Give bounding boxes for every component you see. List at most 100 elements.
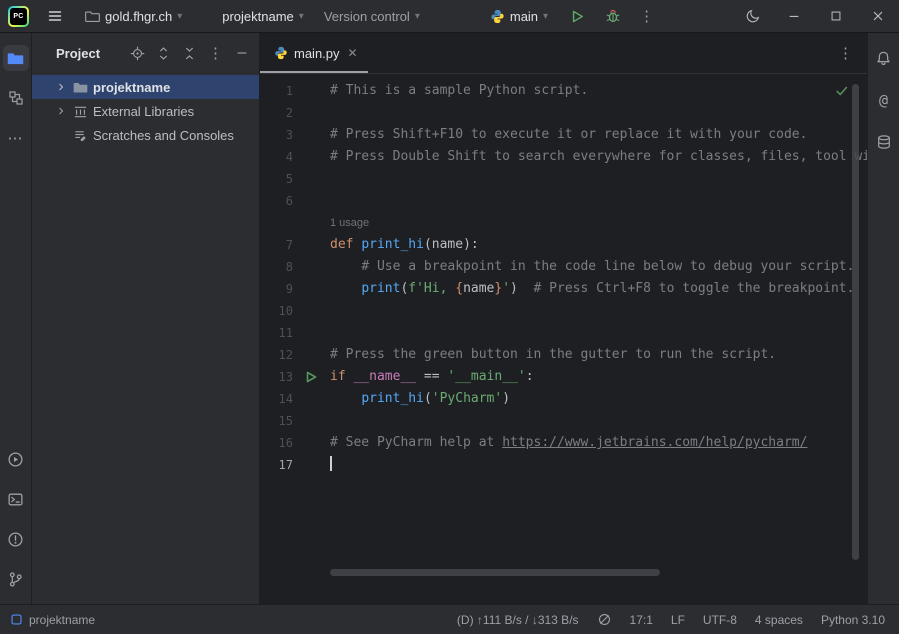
run-button[interactable] bbox=[564, 5, 591, 28]
line-number[interactable]: 2 bbox=[260, 102, 293, 124]
code-line[interactable]: 10 bbox=[260, 300, 867, 322]
code-line[interactable]: 8 # Use a breakpoint in the code line be… bbox=[260, 256, 867, 278]
line-number[interactable]: 3 bbox=[260, 124, 293, 146]
encoding-widget[interactable]: UTF-8 bbox=[703, 613, 737, 627]
main-menu-button[interactable] bbox=[41, 4, 69, 28]
structure-toolwindow-button[interactable] bbox=[3, 85, 29, 111]
folder-icon bbox=[73, 80, 88, 95]
pycharm-logo-text: PC bbox=[10, 8, 27, 25]
moon-icon-button[interactable] bbox=[731, 0, 773, 32]
notifications-button[interactable] bbox=[871, 45, 897, 71]
collapse-all-button[interactable] bbox=[182, 46, 197, 61]
code-line[interactable]: 16 # See PyCharm help at https://www.jetb… bbox=[260, 432, 867, 454]
usages-inlay-hint[interactable]: 1 usage bbox=[330, 212, 369, 234]
project-switcher[interactable]: gold.fhgr.ch ▾ bbox=[79, 5, 188, 28]
line-separator-widget[interactable]: LF bbox=[671, 613, 685, 627]
inspections-status-icon[interactable] bbox=[835, 84, 849, 98]
debug-button[interactable] bbox=[599, 4, 627, 28]
interpreter-widget[interactable]: Python 3.10 bbox=[821, 613, 885, 627]
statusbar-project-widget[interactable]: projektname bbox=[10, 613, 95, 627]
database-button[interactable] bbox=[871, 129, 897, 155]
code-line[interactable]: 13if __name__ == '__main__': bbox=[260, 366, 867, 388]
code-line[interactable]: 6 bbox=[260, 190, 867, 212]
code-line[interactable]: 5 bbox=[260, 168, 867, 190]
code-segment: print_hi bbox=[361, 391, 424, 406]
expand-all-button[interactable] bbox=[156, 46, 171, 61]
vertical-scrollbar[interactable] bbox=[852, 84, 859, 560]
line-number[interactable]: 4 bbox=[260, 146, 293, 168]
code-segment bbox=[330, 281, 361, 296]
indent-widget[interactable]: 4 spaces bbox=[755, 613, 803, 627]
code-line[interactable]: 9 print(f'Hi, {name}') # Press Ctrl+F8 t… bbox=[260, 278, 867, 300]
code-line[interactable]: 2 bbox=[260, 102, 867, 124]
project-toolwindow-button[interactable] bbox=[3, 45, 29, 71]
locate-file-button[interactable] bbox=[130, 46, 145, 61]
network-speed-widget[interactable]: (D) ↑111 B/s / ↓313 B/s bbox=[457, 613, 579, 627]
code-text: print_hi('PyCharm') bbox=[330, 388, 867, 410]
line-number[interactable]: 14 bbox=[260, 388, 293, 410]
horizontal-scrollbar[interactable] bbox=[330, 569, 660, 576]
line-number[interactable]: 8 bbox=[260, 256, 293, 278]
chevron-right-icon[interactable] bbox=[54, 105, 68, 117]
code-segment: print_hi bbox=[361, 237, 424, 252]
code-line[interactable]: 4# Press Double Shift to search everywhe… bbox=[260, 146, 867, 168]
code-segment: # Press the green button in the gutter t… bbox=[330, 347, 776, 362]
line-number[interactable]: 6 bbox=[260, 190, 293, 212]
code-segment: 'PyCharm' bbox=[432, 391, 502, 406]
run-configuration-selector[interactable]: main ▾ bbox=[484, 5, 554, 28]
tree-item-scratches[interactable]: Scratches and Consoles bbox=[32, 123, 259, 147]
tab-options-button[interactable]: ⋮ bbox=[838, 44, 867, 62]
code-text bbox=[330, 102, 867, 124]
line-number[interactable]: 1 bbox=[260, 80, 293, 102]
panel-options-button[interactable]: ⋮ bbox=[208, 44, 224, 62]
maximize-button[interactable] bbox=[815, 0, 857, 32]
code-line[interactable]: 12 # Press the green button in the gutter… bbox=[260, 344, 867, 366]
more-toolwindows-button[interactable]: ⋯ bbox=[3, 125, 29, 151]
line-number[interactable]: 9 bbox=[260, 278, 293, 300]
line-number[interactable]: 5 bbox=[260, 168, 293, 190]
code-hyperlink[interactable]: https://www.jetbrains.com/help/pycharm/ bbox=[502, 435, 807, 450]
close-button[interactable] bbox=[857, 0, 899, 32]
line-number[interactable]: 12 bbox=[260, 344, 293, 366]
editor-body[interactable]: 1# This is a sample Python script.23# Pr… bbox=[260, 74, 867, 604]
expand-all-icon bbox=[156, 46, 171, 61]
terminal-toolwindow-button[interactable] bbox=[3, 486, 29, 512]
code-text: # See PyCharm help at https://www.jetbra… bbox=[330, 432, 867, 454]
chevron-right-icon[interactable] bbox=[54, 81, 68, 93]
ai-assistant-button[interactable]: @ bbox=[871, 87, 897, 113]
problems-toolwindow-button[interactable] bbox=[3, 526, 29, 552]
gutter-spacer bbox=[293, 234, 330, 256]
tab-main-py[interactable]: main.py ✕ bbox=[260, 33, 368, 73]
line-number[interactable]: 10 bbox=[260, 300, 293, 322]
tree-item-projektname[interactable]: projektname bbox=[32, 75, 259, 99]
line-number[interactable]: 13 bbox=[260, 366, 293, 388]
caret-position-widget[interactable]: 17:1 bbox=[630, 613, 653, 627]
line-number[interactable]: 17 bbox=[260, 454, 293, 476]
version-control-toolwindow-button[interactable] bbox=[3, 566, 29, 592]
gutter-spacer bbox=[293, 300, 330, 322]
tree-item-external-libraries[interactable]: External Libraries bbox=[32, 99, 259, 123]
line-number[interactable]: 15 bbox=[260, 410, 293, 432]
code-line[interactable]: 7 def print_hi(name): bbox=[260, 234, 867, 256]
hide-panel-button[interactable] bbox=[235, 46, 249, 60]
run-line-icon[interactable] bbox=[293, 366, 330, 388]
code-line[interactable]: 3# Press Shift+F10 to execute it or repl… bbox=[260, 124, 867, 146]
code-line[interactable]: 15 bbox=[260, 410, 867, 432]
minimize-button[interactable] bbox=[773, 0, 815, 32]
menu-projektname[interactable]: projektname ▾ bbox=[216, 5, 310, 28]
tab-close-icon[interactable]: ✕ bbox=[348, 46, 358, 60]
services-toolwindow-button[interactable] bbox=[3, 446, 29, 472]
gutter-spacer bbox=[293, 432, 330, 454]
menu-version-control[interactable]: Version control ▾ bbox=[318, 5, 426, 28]
line-number[interactable]: 7 bbox=[260, 234, 293, 256]
code-line[interactable]: 1# This is a sample Python script. bbox=[260, 80, 867, 102]
code-line[interactable]: 11 bbox=[260, 322, 867, 344]
crossed-eye-widget[interactable] bbox=[597, 612, 612, 627]
code-line[interactable]: 17 bbox=[260, 454, 867, 476]
line-number[interactable]: 16 bbox=[260, 432, 293, 454]
code-text: def print_hi(name): bbox=[330, 234, 867, 256]
more-actions-button[interactable]: ⋮ bbox=[633, 3, 661, 29]
code-line[interactable]: 14 print_hi('PyCharm') bbox=[260, 388, 867, 410]
pycharm-logo: PC bbox=[8, 6, 29, 27]
line-number[interactable]: 11 bbox=[260, 322, 293, 344]
